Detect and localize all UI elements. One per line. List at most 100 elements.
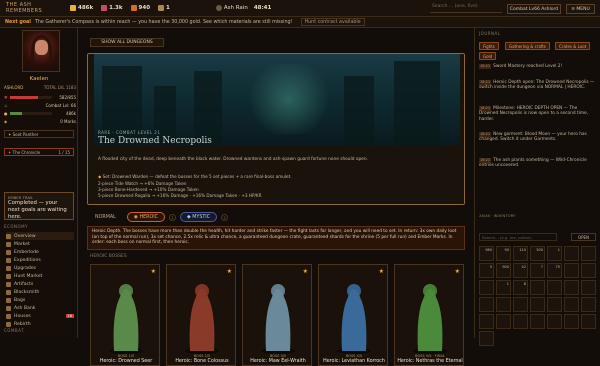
difficulty-tabs: NORMAL ◉ HEROIC 1 ◆ MYSTIC 2	[88, 212, 229, 222]
inventory-slot[interactable]	[564, 314, 579, 329]
total-level: TOTAL LVL 1183	[43, 85, 76, 90]
inventory-slot[interactable]	[496, 314, 511, 329]
app-logo: THE ASH REMEMBERS	[6, 2, 43, 14]
boss-card[interactable]: ★ BOSS 2/5 Heroic: Bone Colossus	[166, 264, 236, 366]
inventory-slot[interactable]	[547, 314, 562, 329]
goal-bar: Next goal The Gatherer's Compass is with…	[0, 17, 600, 28]
inventory-slot[interactable]	[581, 246, 596, 261]
chronicle-tag[interactable]: ✦ The Chronicle 1 / 15	[4, 148, 74, 156]
inventory-search-input[interactable]: Search... (e.g. ore, potion)	[479, 233, 557, 241]
inventory-slot[interactable]	[479, 314, 494, 329]
inventory-slot[interactable]: 7	[530, 263, 545, 278]
player-name: Kaelen	[29, 76, 49, 82]
sidebar-item-houses[interactable]: Houses 16	[6, 312, 74, 320]
inventory-slot[interactable]	[530, 297, 545, 312]
inventory-header: 28/46 · INVENTORY	[479, 213, 516, 218]
dungeon-card: RARE · COMBAT LEVEL 21 The Drowned Necro…	[87, 53, 465, 205]
filter-gathering[interactable]: Gathering & crafts	[505, 42, 550, 50]
sidebar-item-rebirth[interactable]: Rebirth	[6, 320, 74, 328]
inventory-slot[interactable]	[479, 280, 494, 295]
journal-entry: 18:21 New garment: Blood Moon — your hero…	[479, 132, 597, 143]
inventory-slot[interactable]	[581, 314, 596, 329]
set-bonus-5: 5-piece Drowned Regalia → +16% Damage · …	[98, 193, 262, 198]
filter-gold[interactable]: Gold	[479, 52, 497, 60]
boss-card[interactable]: ★ BOSS 5/5 · FINAL Heroic: Nethras the Ete…	[394, 264, 464, 366]
nav-icon	[6, 257, 11, 263]
set-bonus-3: 3-piece Bone-Hardened → +10% Damage Take…	[98, 187, 199, 192]
sidebar-item-overview[interactable]: Overview	[6, 232, 74, 240]
inventory-slot[interactable]: 42	[513, 263, 528, 278]
inventory-slot[interactable]	[513, 297, 528, 312]
shard-stat: 940	[130, 5, 150, 11]
inventory-slot[interactable]: 1	[496, 280, 511, 295]
open-button[interactable]: OPEN	[571, 233, 596, 241]
inventory-slot[interactable]: 980	[479, 246, 494, 261]
tab-heroic[interactable]: ◉ HEROIC	[126, 212, 166, 222]
inventory-slot[interactable]: 500	[530, 246, 545, 261]
entry-text: Milestone: HEROIC DEPTH OPEN — The Drown…	[479, 106, 589, 122]
boss-card[interactable]: ★ BOSS 1/5 Heroic: Drowned Seer	[90, 264, 160, 366]
gem-icon	[101, 5, 108, 11]
nav-icon	[6, 289, 11, 295]
filter-fights[interactable]: Fights	[479, 42, 499, 50]
sidebar-item-ash-bank[interactable]: Ash Bank	[6, 304, 74, 312]
journal-entry: 18:21 Heroic Depth open: The Drowned Necr…	[479, 80, 597, 91]
avatar[interactable]	[22, 30, 60, 72]
sidebar-item-emberlode[interactable]: Emberlode	[6, 248, 74, 256]
entry-time: 18:21	[479, 64, 492, 70]
boss-level: BOSS 5/5 · FINAL	[415, 354, 445, 358]
inventory-slot[interactable]	[547, 280, 562, 295]
inventory-slot[interactable]	[581, 280, 596, 295]
inventory-slot[interactable]	[564, 280, 579, 295]
inventory-slot[interactable]: 8	[513, 280, 528, 295]
boss-portrait	[185, 284, 219, 354]
menu-button[interactable]: ≡ MENU	[566, 4, 595, 14]
star-icon: ★	[454, 268, 460, 275]
inventory-slot[interactable]	[564, 246, 579, 261]
inventory-slot[interactable]	[564, 297, 579, 312]
inventory-slot[interactable]: 900	[496, 263, 511, 278]
sidebar-item-blacksmith[interactable]: Blacksmith	[6, 288, 74, 296]
inventory-slot[interactable]	[581, 297, 596, 312]
combat-level-button[interactable]: Combat Lv66 Ashlord	[507, 4, 561, 14]
inventory-slot[interactable]	[564, 263, 579, 278]
heroic-count: 1	[169, 213, 177, 221]
coin-icon: ●	[4, 110, 8, 116]
inventory-slot[interactable]	[479, 331, 494, 346]
inventory-slot[interactable]: 90	[496, 246, 511, 261]
boss-card[interactable]: ★ BOSS 4/5 Heroic: Leviathan Korroch	[318, 264, 388, 366]
inventory-slot[interactable]	[496, 297, 511, 312]
sidebar-item-artifacts[interactable]: Artifacts	[6, 280, 74, 288]
sidebar-item-upgrades[interactable]: Upgrades	[6, 264, 74, 272]
show-all-dungeons-button[interactable]: SHOW ALL DUNGEONS	[90, 38, 164, 47]
star-icon: ★	[378, 268, 384, 275]
boss-level: BOSS 2/5	[193, 354, 211, 358]
dungeon-description: A flooded city of the dead, deep beneath…	[98, 157, 368, 162]
tab-mythic[interactable]: ◆ MYSTIC	[180, 212, 218, 222]
inventory-slot[interactable]	[530, 314, 545, 329]
inventory-slot[interactable]: 5	[479, 263, 494, 278]
sidebar-item-bags[interactable]: Bags	[6, 296, 74, 304]
nav-icon	[6, 241, 11, 247]
sidebar-item-hunt-market[interactable]: Hunt Market	[6, 272, 74, 280]
boss-card[interactable]: ★ BOSS 3/5 Heroic: Maw Eel-Wraith	[242, 264, 312, 366]
inventory-slot[interactable]: 1	[547, 246, 562, 261]
boss-portrait	[337, 284, 371, 354]
inventory-slot[interactable]	[581, 263, 596, 278]
sidebar-item-expeditions[interactable]: Expeditions	[6, 256, 74, 264]
nav-icon	[6, 313, 11, 319]
filter-crates[interactable]: Crates & Loot	[555, 42, 591, 50]
hunt-contract-button[interactable]: Hunt contract available	[300, 18, 365, 26]
inventory-slot[interactable]	[479, 297, 494, 312]
ember-trail-panel[interactable]: EMBER TRAIL Completed — your next goals …	[4, 192, 74, 220]
dungeon-level: RARE · COMBAT LEVEL 21	[98, 130, 161, 135]
inventory-slot[interactable]: 75	[547, 263, 562, 278]
inventory-slot[interactable]	[513, 314, 528, 329]
global-search-input[interactable]: Search ... (one, five)	[430, 4, 502, 13]
inventory-slot[interactable]	[547, 297, 562, 312]
tab-normal[interactable]: NORMAL	[88, 212, 123, 222]
sidebar-item-market[interactable]: Market	[6, 240, 74, 248]
inventory-slot[interactable]: 110	[513, 246, 528, 261]
inventory-slot[interactable]	[530, 280, 545, 295]
pet-tag[interactable]: ✦ Soot Panther	[4, 130, 74, 138]
